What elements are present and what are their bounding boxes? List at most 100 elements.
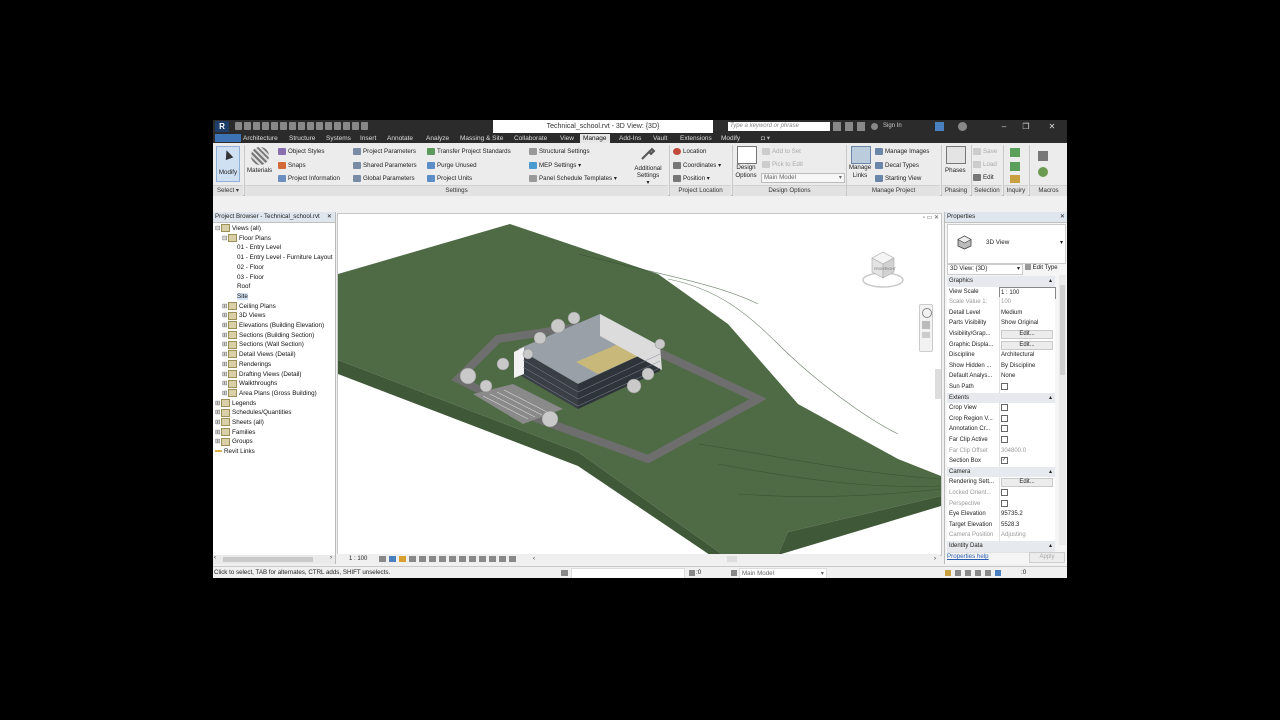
undo-icon[interactable]: [262, 122, 269, 130]
vertical-scrollbar[interactable]: [935, 369, 941, 399]
thin-lines-icon[interactable]: [343, 122, 350, 130]
additional-settings-icon[interactable]: [640, 146, 656, 161]
starting-view-button[interactable]: Starting View: [875, 175, 921, 183]
select-by-id-icon[interactable]: [1010, 162, 1020, 171]
structural-settings-button[interactable]: Structural Settings: [529, 148, 590, 156]
horizontal-scroll-thumb[interactable]: [727, 556, 737, 562]
shared-parameters-button[interactable]: Shared Parameters: [353, 162, 417, 170]
manage-images-button[interactable]: Manage Images: [875, 148, 929, 156]
property-value[interactable]: Edit...: [999, 329, 1055, 340]
revit-logo-icon[interactable]: R: [215, 121, 229, 132]
tree-item[interactable]: ⊞ Drafting Views (Detail): [222, 369, 302, 380]
search-input[interactable]: Type a keyword or phrase: [728, 122, 830, 131]
properties-help-link[interactable]: Properties help: [947, 553, 989, 560]
tree-item[interactable]: 02 - Floor: [237, 263, 264, 273]
property-value[interactable]: [999, 413, 1055, 425]
horizontal-scrollbar[interactable]: ‹ ›: [213, 555, 335, 564]
property-checkbox[interactable]: ✓: [1001, 457, 1008, 465]
text-icon[interactable]: [316, 122, 323, 130]
favorites-icon[interactable]: [857, 122, 865, 131]
switch-windows-icon[interactable]: [361, 122, 368, 130]
section-icon[interactable]: [334, 122, 341, 130]
collapse-icon[interactable]: ▴: [1049, 467, 1052, 478]
close-hidden-icon[interactable]: [352, 122, 359, 130]
tab-annotate[interactable]: Annotate: [384, 134, 416, 143]
analytical-model-icon[interactable]: [489, 556, 496, 562]
close-properties-icon[interactable]: ✕: [1060, 212, 1065, 222]
temporary-hide-icon[interactable]: [459, 556, 466, 562]
global-parameters-button[interactable]: Global Parameters: [353, 175, 415, 183]
dimension-icon[interactable]: [298, 122, 305, 130]
tree-item[interactable]: ⊞ Legends: [215, 398, 256, 409]
save-icon[interactable]: [244, 122, 251, 130]
project-units-button[interactable]: Project Units: [427, 175, 472, 183]
location-button[interactable]: Location: [673, 148, 706, 156]
instance-selector[interactable]: 3D View: {3D} ▾: [947, 264, 1023, 275]
edit-button[interactable]: Edit...: [1001, 340, 1053, 350]
redo-icon[interactable]: [271, 122, 278, 130]
tab-massing-site[interactable]: Massing & Site: [457, 134, 506, 143]
property-checkbox[interactable]: [1001, 414, 1008, 422]
collapse-icon[interactable]: ▴: [1049, 541, 1052, 552]
print-icon[interactable]: [280, 122, 287, 130]
tab-structure[interactable]: Structure: [286, 134, 318, 143]
tree-item[interactable]: Roof: [237, 282, 250, 292]
tab-collaborate[interactable]: Collaborate: [511, 134, 550, 143]
add-to-set-button[interactable]: Add to Set: [762, 148, 801, 156]
modify-button[interactable]: Modify: [216, 146, 240, 182]
property-checkbox[interactable]: [1001, 488, 1008, 496]
tree-item[interactable]: 01 - Entry Level: [237, 243, 281, 253]
property-value[interactable]: 95735.2: [999, 509, 1055, 520]
additional-settings-button[interactable]: Additional Settings ▾: [633, 165, 663, 186]
viewcube-right-face[interactable]: RIGHT: [885, 267, 897, 271]
3d-model-canvas[interactable]: [338, 214, 941, 555]
filter-icon[interactable]: [995, 570, 1001, 576]
tree-item[interactable]: Site: [237, 292, 248, 302]
tab-insert[interactable]: Insert: [357, 134, 379, 143]
tree-item[interactable]: ⊞ Sections (Building Section): [222, 331, 314, 341]
drag-on-selection-icon[interactable]: [985, 570, 991, 576]
property-value[interactable]: [999, 498, 1055, 510]
measure-icon[interactable]: [289, 122, 296, 130]
properties-scrollbar[interactable]: [1059, 275, 1066, 545]
view-window-controls[interactable]: ▫ ▭ ✕: [917, 214, 939, 222]
collapse-icon[interactable]: ▴: [1049, 276, 1052, 287]
property-value[interactable]: [999, 435, 1055, 446]
ribbon-minimize-icon[interactable]: ◘ ▾: [758, 134, 773, 143]
tree-item[interactable]: ⊞ Detail Views (Detail): [222, 350, 296, 360]
tab-add-ins[interactable]: Add-Ins: [616, 134, 644, 143]
tree-item[interactable]: ⊞ Area Plans (Gross Building): [222, 389, 317, 399]
property-checkbox[interactable]: [1001, 499, 1008, 507]
reveal-hidden-icon[interactable]: [469, 556, 476, 562]
tree-item[interactable]: 01 - Entry Level - Furniture Layout: [237, 253, 333, 263]
design-options-status-icon[interactable]: [731, 570, 737, 576]
tree-item[interactable]: ⊞ Elevations (Building Elevation): [222, 321, 324, 331]
maximize-button[interactable]: ❐: [1015, 120, 1037, 133]
macro-security-icon[interactable]: [1038, 167, 1048, 177]
tab-manage[interactable]: Manage: [580, 134, 610, 143]
save-selection-button[interactable]: Save: [973, 148, 997, 156]
worksharing-display-icon[interactable]: [479, 556, 486, 562]
select-links-icon[interactable]: [945, 570, 951, 576]
tree-item[interactable]: ⊞ Sheets (all): [215, 418, 264, 428]
tree-item[interactable]: ⊞ Groups: [215, 437, 253, 447]
phases-icon[interactable]: [946, 146, 966, 164]
open-icon[interactable]: [235, 122, 242, 130]
tree-item[interactable]: ⊞ Ceiling Plans: [222, 301, 276, 312]
tree-item[interactable]: ⊞ Walkthroughs: [222, 379, 277, 389]
tree-item[interactable]: ⊟ Floor Plans: [222, 234, 271, 244]
close-project-browser-icon[interactable]: ✕: [327, 212, 332, 222]
viewcube[interactable]: FRONT RIGHT: [858, 244, 908, 294]
detail-level-icon[interactable]: [379, 556, 386, 562]
tree-item[interactable]: ⊞ Renderings: [222, 360, 271, 370]
design-option-select[interactable]: Main Model ▾: [761, 173, 845, 183]
project-parameters-button[interactable]: Project Parameters: [353, 148, 416, 156]
mep-settings-button[interactable]: MEP Settings ▾: [529, 162, 581, 170]
show-crop-region-icon[interactable]: [439, 556, 446, 562]
edit-button[interactable]: Edit...: [1001, 478, 1053, 488]
property-value[interactable]: Medium: [999, 307, 1055, 319]
close-button[interactable]: ✕: [1041, 120, 1063, 133]
manage-links-icon[interactable]: [851, 146, 871, 164]
select-pinned-icon[interactable]: [965, 570, 971, 576]
phases-button[interactable]: Phases: [945, 167, 966, 175]
